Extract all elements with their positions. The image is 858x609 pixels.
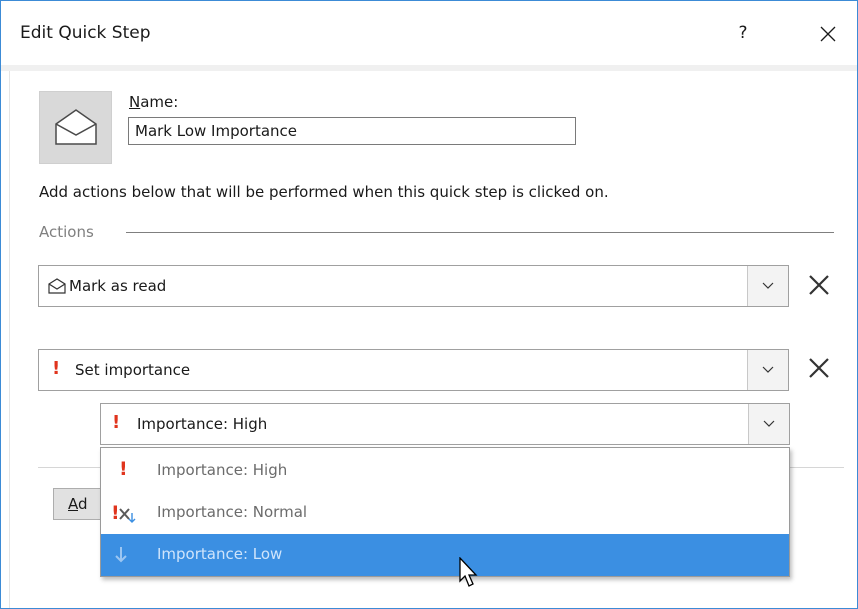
name-label-text: ame:	[140, 93, 179, 111]
dropdown-arrow-button[interactable]	[748, 404, 789, 444]
exclamation-icon: !	[52, 358, 61, 379]
importance-dropdown-list: ! Importance: High ! Importance: Normal …	[100, 447, 790, 577]
option-label: Importance: Low	[157, 545, 283, 563]
arrow-down-icon	[115, 547, 127, 563]
chevron-down-icon	[762, 366, 774, 373]
exclamation-x-icon: !	[111, 502, 136, 524]
delete-x-icon	[809, 275, 829, 295]
envelope-open-icon	[55, 109, 97, 145]
add-action-accelerator: A	[68, 495, 78, 513]
chevron-down-icon	[762, 282, 774, 289]
chevron-down-icon	[763, 420, 775, 427]
svg-text:!: !	[111, 502, 120, 524]
actions-group-label: Actions	[39, 223, 94, 241]
action-set-importance-combo[interactable]: ! Set importance	[38, 349, 789, 391]
actions-group-divider	[126, 232, 834, 233]
edit-quick-step-dialog: Edit Quick Step ? Name: Add actions belo…	[0, 0, 858, 609]
mouse-pointer-icon	[459, 557, 478, 587]
action-label: Set importance	[75, 361, 191, 379]
close-button[interactable]	[811, 17, 845, 51]
delete-x-icon	[809, 358, 829, 378]
delete-action-button[interactable]	[806, 355, 832, 381]
quick-step-icon-button[interactable]	[39, 91, 112, 164]
dialog-title: Edit Quick Step	[20, 23, 151, 43]
option-importance-normal[interactable]: ! Importance: Normal	[101, 492, 789, 534]
importance-level-combo[interactable]: ! Importance: High	[100, 403, 790, 445]
name-input[interactable]	[128, 117, 576, 145]
option-importance-low[interactable]: Importance: Low	[101, 534, 789, 576]
importance-value: Importance: High	[137, 415, 268, 433]
exclamation-icon: !	[119, 458, 128, 480]
delete-action-button[interactable]	[806, 272, 832, 298]
name-label-accelerator: N	[129, 93, 141, 111]
action-label: Mark as read	[69, 277, 167, 295]
close-icon	[820, 26, 836, 42]
exclamation-icon: !	[112, 412, 121, 433]
option-label: Importance: Normal	[157, 503, 308, 521]
option-label: Importance: High	[157, 461, 288, 479]
envelope-open-icon	[48, 278, 66, 294]
actions-description: Add actions below that will be performed…	[39, 183, 609, 201]
action-mark-as-read-combo[interactable]: Mark as read	[38, 265, 789, 307]
name-label: Name:	[129, 93, 178, 111]
dropdown-arrow-button[interactable]	[747, 266, 788, 306]
option-importance-high[interactable]: ! Importance: High	[101, 450, 789, 492]
help-button[interactable]: ?	[731, 19, 755, 47]
add-action-label: d	[78, 495, 88, 513]
title-bar: Edit Quick Step ?	[1, 1, 857, 65]
dropdown-arrow-button[interactable]	[747, 350, 788, 390]
